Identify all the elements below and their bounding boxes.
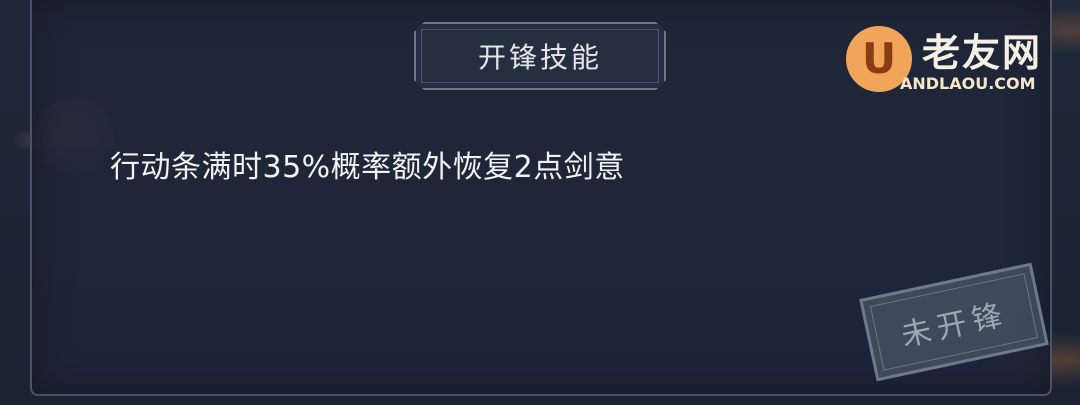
skill-description: 行动条满时35%概率额外恢复2点剑意 bbox=[110, 150, 625, 185]
watermark-site-name: 老友网 bbox=[922, 31, 1043, 75]
site-watermark: U 老友网 ANDLAOU.COM bbox=[846, 20, 1056, 100]
skill-title: 开锋技能 bbox=[477, 41, 602, 74]
stamp-text: 未开锋 bbox=[898, 297, 1012, 354]
skill-title-plate: 开锋技能 bbox=[414, 22, 666, 90]
game-scene: 开锋技能 行动条满时35%概率额外恢复2点剑意 未开锋 U 老友网 ANDLAO… bbox=[0, 0, 1080, 405]
watermark-domain: ANDLAOU.COM bbox=[900, 74, 1036, 93]
